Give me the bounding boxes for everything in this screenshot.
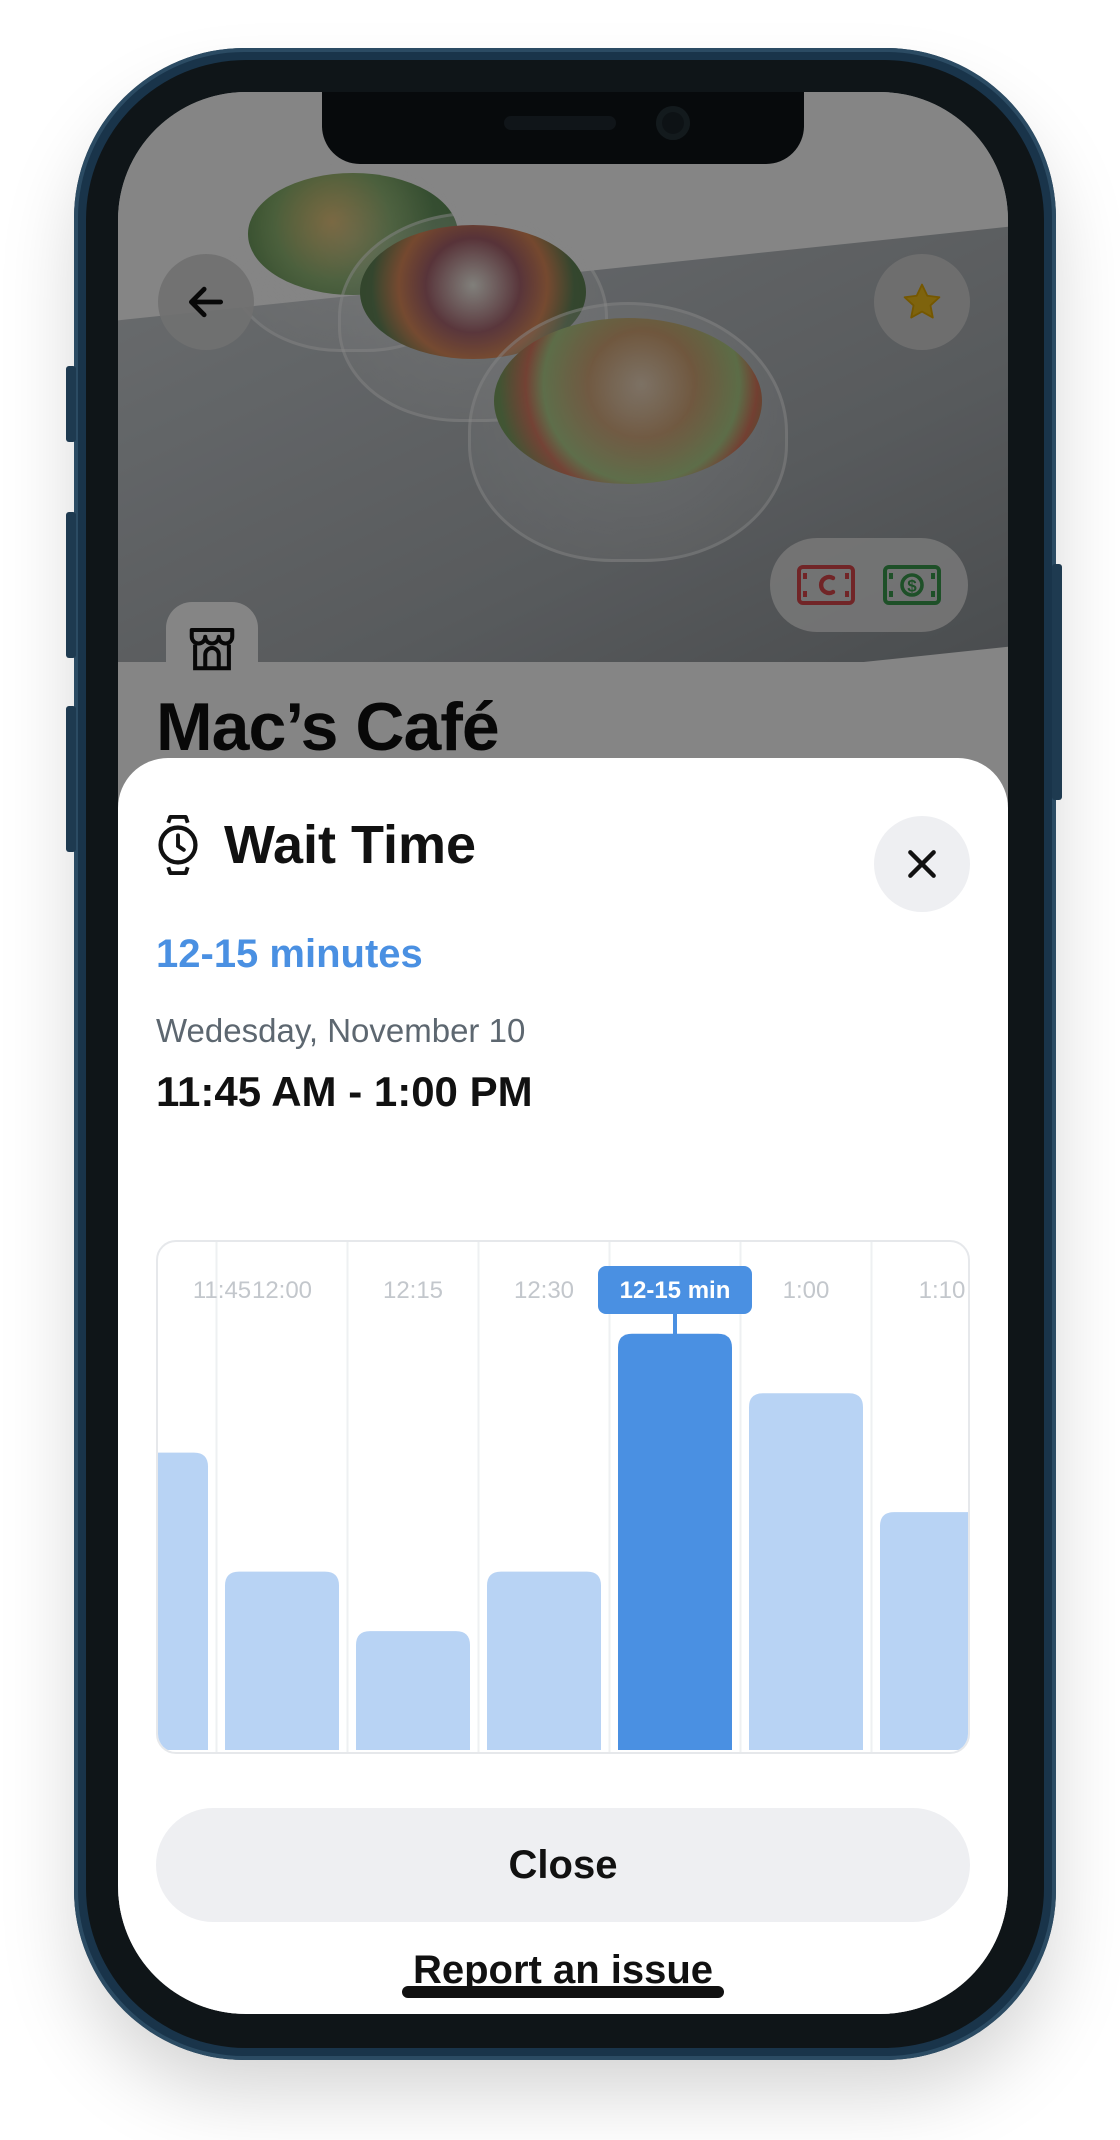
wait-time-value: 12-15 minutes (156, 932, 423, 976)
close-button[interactable]: Close (156, 1808, 970, 1922)
chart-bar (158, 1452, 208, 1750)
chart-tick-label: 12:00 (252, 1277, 312, 1304)
chart-bar (487, 1571, 601, 1750)
chart-tick-label: 12:30 (514, 1277, 574, 1304)
wait-date: Wedesday, November 10 (156, 1012, 526, 1049)
close-icon-button[interactable] (874, 816, 970, 912)
chart-tick-label: 1:00 (783, 1277, 830, 1304)
chart-bar (225, 1571, 339, 1750)
sheet-header: Wait Time (156, 814, 476, 876)
volume-down-button (66, 706, 76, 852)
chart-tooltip-label: 12-15 min (620, 1277, 731, 1304)
chart-bar (880, 1512, 968, 1750)
wait-time-chart-svg: 11:45 12:00 12:15 12:30 1:00 1:10 12-15 min (158, 1242, 968, 1752)
chart-bar (356, 1631, 470, 1750)
wait-time-chart[interactable]: 11:45 12:00 12:15 12:30 1:00 1:10 12-15 min (156, 1240, 970, 1754)
silent-switch (66, 366, 76, 442)
close-icon (908, 850, 936, 878)
chart-tick-label: 11:45 (193, 1277, 251, 1304)
watch-icon (158, 814, 198, 876)
volume-up-button (66, 512, 76, 658)
power-button (1052, 564, 1062, 800)
chart-tick-label: 1:10 (919, 1277, 966, 1304)
phone-screen: Mac’s Café $ 9:41 Wait Time 12-15 minute… (118, 92, 1008, 2014)
report-issue-link[interactable]: Report an issue (156, 1920, 970, 2014)
sheet-title: Wait Time (224, 815, 477, 875)
chart-bar-selected (618, 1333, 732, 1750)
home-indicator[interactable] (402, 1986, 724, 1998)
wait-time-range: 11:45 AM - 1:00 PM (156, 1068, 533, 1115)
wait-time-sheet: Wait Time 12-15 minutes Wedesday, Novemb… (118, 758, 1008, 2014)
chart-bar (749, 1393, 863, 1750)
chart-tick-label: 12:15 (383, 1277, 443, 1304)
